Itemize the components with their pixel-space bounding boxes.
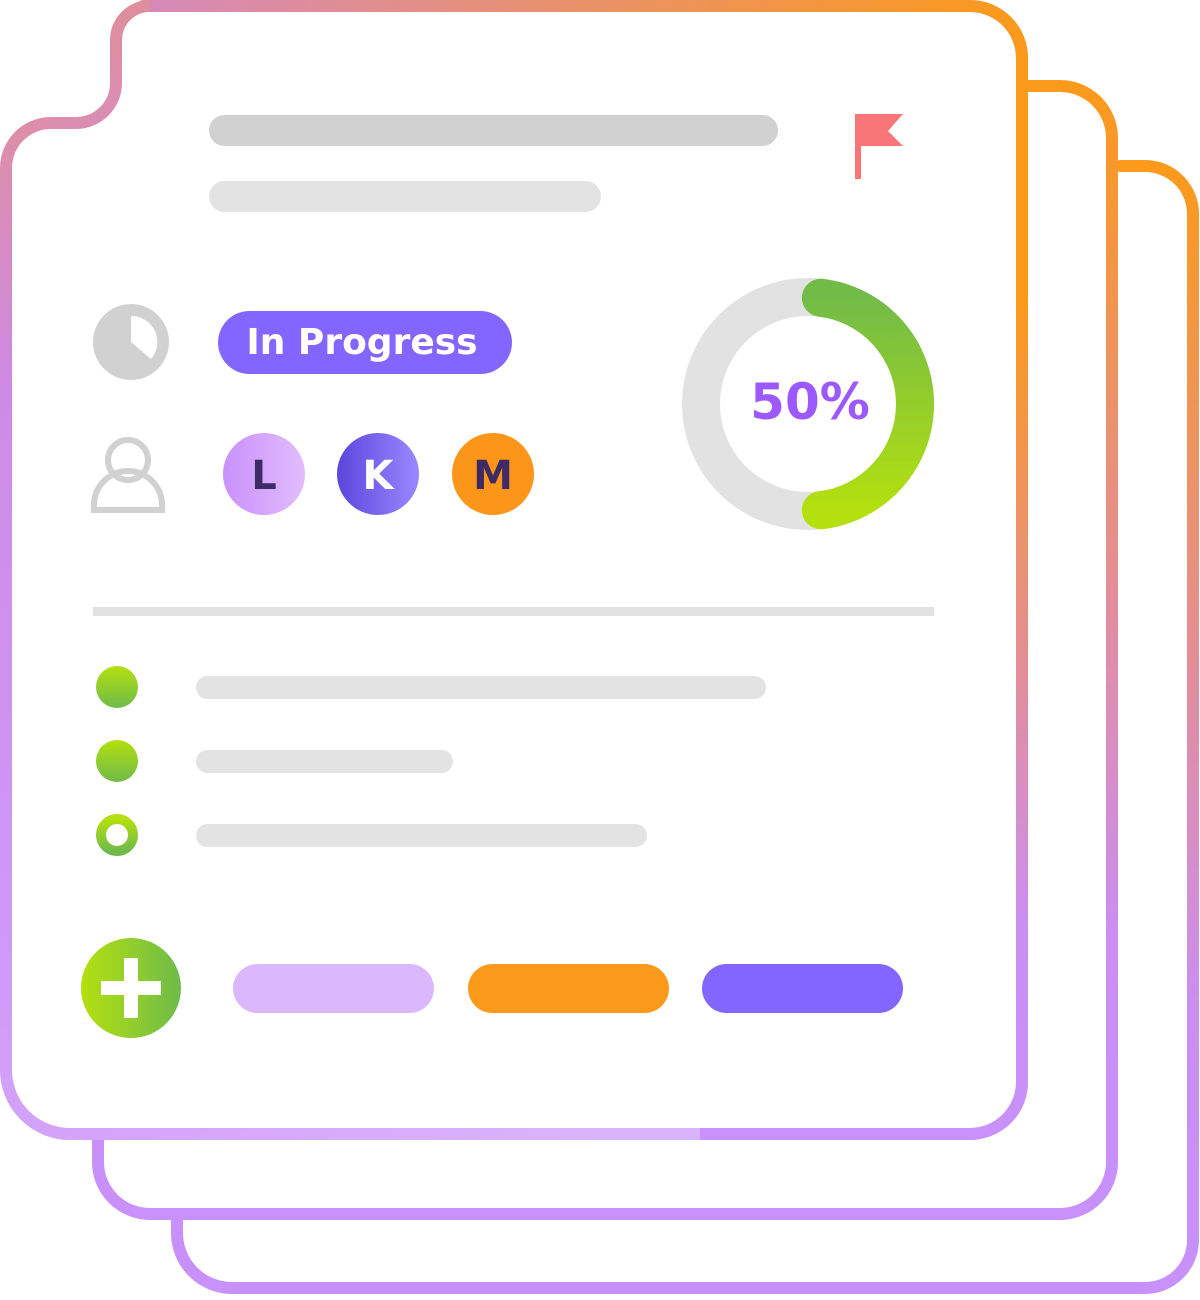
avatar-initial: L <box>251 453 277 499</box>
checklist-text-placeholder <box>196 824 647 847</box>
task-card-illustration: In Progress L K M 50% <box>0 0 1199 1294</box>
checklist-text-placeholder <box>196 676 766 699</box>
purple-action-button[interactable] <box>702 964 903 1013</box>
divider <box>93 607 934 616</box>
light-purple-action-button[interactable] <box>233 964 434 1013</box>
progress-label: 50% <box>750 373 870 431</box>
title-placeholder <box>209 115 778 146</box>
clock-pie-icon <box>93 304 169 380</box>
status-label: In Progress <box>246 322 477 363</box>
avatar-k[interactable]: K <box>337 433 419 515</box>
checked-icon[interactable] <box>96 666 138 708</box>
checked-icon[interactable] <box>96 740 138 782</box>
avatar-m[interactable]: M <box>452 433 534 515</box>
checklist-text-placeholder <box>196 750 453 773</box>
avatar-initial: K <box>363 453 396 499</box>
status-badge[interactable]: In Progress <box>218 311 512 374</box>
avatar-l[interactable]: L <box>223 433 305 515</box>
add-button[interactable] <box>81 938 181 1038</box>
subtitle-placeholder <box>209 181 601 212</box>
orange-action-button[interactable] <box>468 964 669 1013</box>
avatar-initial: M <box>473 453 513 499</box>
